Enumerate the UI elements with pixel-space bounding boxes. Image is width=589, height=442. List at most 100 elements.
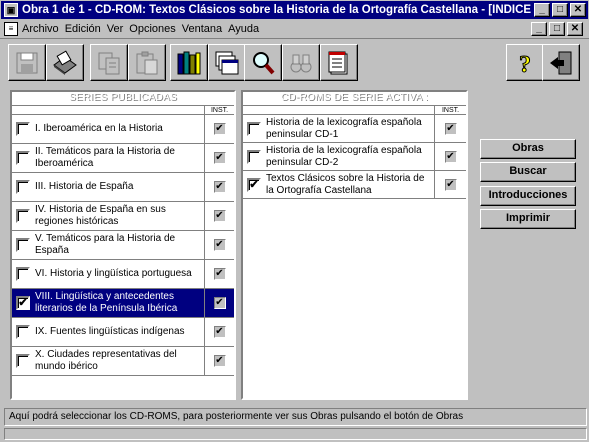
maximize-button[interactable]: □ — [552, 3, 568, 17]
installed-check-icon: ✔ — [444, 122, 457, 135]
inst-cell: ✔ — [204, 115, 234, 143]
series-row[interactable]: II. Temáticos para la Historia de Iberoa… — [12, 144, 234, 173]
installed-check-icon: ✔ — [213, 355, 226, 367]
menu-ventana[interactable]: Ventana — [182, 23, 222, 35]
index-button[interactable] — [320, 44, 358, 81]
help-icon: ? — [519, 51, 532, 77]
stack-icon — [215, 51, 239, 74]
status-bar: Aquí podrá seleccionar los CD-ROMS, para… — [4, 408, 587, 426]
books-icon — [177, 51, 201, 74]
installed-check-icon: ✔ — [213, 210, 226, 222]
inst-cell: ✔ — [434, 171, 466, 198]
cascade-button[interactable] — [208, 44, 246, 81]
introducciones-button[interactable]: Introducciones — [480, 186, 576, 206]
cdroms-subheader: INST. — [243, 106, 466, 115]
series-checkbox[interactable] — [16, 122, 30, 136]
series-subheader: INST. — [12, 106, 234, 115]
series-row[interactable]: IV. Historia de España en sus regiones h… — [12, 202, 234, 231]
installed-check-icon: ✔ — [213, 181, 226, 193]
cdrom-checkbox[interactable]: ✔ — [247, 177, 261, 192]
document-icon[interactable]: ≡ — [4, 22, 18, 36]
inst-cell: ✔ — [204, 289, 234, 317]
binoculars-icon — [290, 54, 312, 72]
inst-column-header: INST. — [434, 106, 466, 115]
series-row[interactable]: III. Historia de España ✔ — [12, 173, 234, 202]
buscar-button[interactable]: Buscar — [480, 162, 576, 182]
inst-cell: ✔ — [204, 144, 234, 172]
exit-button[interactable] — [542, 44, 580, 81]
installed-check-icon: ✔ — [444, 150, 457, 163]
exit-icon — [550, 51, 572, 74]
help-button[interactable]: ? — [506, 44, 544, 81]
series-checkbox[interactable]: ✔ — [16, 296, 30, 310]
imprimir-button[interactable]: Imprimir — [480, 209, 576, 229]
find-button[interactable] — [282, 44, 320, 81]
inst-cell: ✔ — [204, 202, 234, 230]
cdroms-panel: CD-ROMS DE SERIE ACTIVA : INST. Historia… — [241, 90, 468, 400]
paste-button[interactable] — [128, 44, 166, 81]
installed-check-icon: ✔ — [213, 239, 226, 251]
series-checkbox[interactable] — [16, 151, 30, 165]
printer-icon — [53, 49, 77, 75]
menu-bar: ≡ Archivo Edición Ver Opciones Ventana A… — [0, 20, 589, 38]
series-row[interactable]: ✔ VIII. Lingüística y antecedentes litera… — [12, 289, 234, 318]
installed-check-icon: ✔ — [213, 297, 226, 309]
obras-button[interactable]: Obras — [480, 139, 576, 159]
doc-minimize-button[interactable]: _ — [531, 22, 547, 36]
menu-ver[interactable]: Ver — [107, 23, 124, 35]
series-row[interactable]: VI. Historia y lingüística portuguesa ✔ — [12, 260, 234, 289]
cdrom-row[interactable]: ✔ Textos Clásicos sobre la Historia de la… — [243, 171, 466, 199]
series-checkbox[interactable] — [16, 180, 30, 194]
installed-check-icon: ✔ — [444, 178, 457, 191]
series-panel: SERIES PUBLICADAS INST. I. Iberoamérica … — [10, 90, 236, 400]
cdrom-row[interactable]: Historia de la lexicografía española pen… — [243, 143, 466, 171]
toolbar: ? — [0, 38, 589, 86]
installed-check-icon: ✔ — [213, 152, 226, 164]
installed-check-icon: ✔ — [213, 123, 226, 135]
menu-edicion[interactable]: Edición — [65, 23, 101, 35]
library-button[interactable] — [170, 44, 208, 81]
inst-cell: ✔ — [434, 115, 466, 142]
inst-cell: ✔ — [204, 260, 234, 288]
inst-cell: ✔ — [434, 143, 466, 170]
save-button[interactable] — [8, 44, 46, 81]
app-icon[interactable]: ▣ — [4, 3, 18, 17]
menu-archivo[interactable]: Archivo — [22, 23, 59, 35]
series-panel-header: SERIES PUBLICADAS — [12, 92, 234, 106]
search-button[interactable] — [244, 44, 282, 81]
inst-cell: ✔ — [204, 347, 234, 375]
disk-icon — [16, 52, 38, 73]
menu-ayuda[interactable]: Ayuda — [228, 23, 259, 35]
bottom-strip — [4, 428, 587, 440]
copy-button[interactable] — [90, 44, 128, 81]
series-checkbox[interactable] — [16, 325, 30, 339]
doc-restore-button[interactable]: □ — [549, 22, 565, 36]
series-checkbox[interactable] — [16, 267, 30, 281]
series-checkbox[interactable] — [16, 354, 30, 368]
print-button[interactable] — [46, 44, 84, 81]
doc-close-button[interactable]: ✕ — [567, 22, 583, 36]
series-checkbox[interactable] — [16, 238, 30, 252]
menu-opciones[interactable]: Opciones — [129, 23, 175, 35]
cdrom-row[interactable]: Historia de la lexicografía española pen… — [243, 115, 466, 143]
inst-column-header: INST. — [204, 106, 234, 115]
inst-cell: ✔ — [204, 231, 234, 259]
minimize-button[interactable]: _ — [534, 3, 550, 17]
inst-cell: ✔ — [204, 318, 234, 346]
close-button[interactable]: ✕ — [570, 3, 586, 17]
series-row[interactable]: I. Iberoamérica en la Historia ✔ — [12, 115, 234, 144]
installed-check-icon: ✔ — [213, 326, 226, 338]
series-row[interactable]: X. Ciudades representativas del mundo ib… — [12, 347, 234, 376]
index-icon — [328, 51, 348, 74]
series-row[interactable]: IX. Fuentes lingüísticas indígenas ✔ — [12, 318, 234, 347]
svg-text:?: ? — [519, 52, 531, 77]
magnifier-icon — [253, 51, 275, 74]
installed-check-icon: ✔ — [213, 268, 226, 280]
cdrom-checkbox[interactable] — [247, 149, 261, 164]
inst-cell: ✔ — [204, 173, 234, 201]
paste-icon — [136, 51, 158, 74]
cdroms-panel-header: CD-ROMS DE SERIE ACTIVA : — [243, 92, 466, 106]
series-checkbox[interactable] — [16, 209, 30, 223]
series-row[interactable]: V. Temáticos para la Historia de España ✔ — [12, 231, 234, 260]
cdrom-checkbox[interactable] — [247, 121, 261, 136]
